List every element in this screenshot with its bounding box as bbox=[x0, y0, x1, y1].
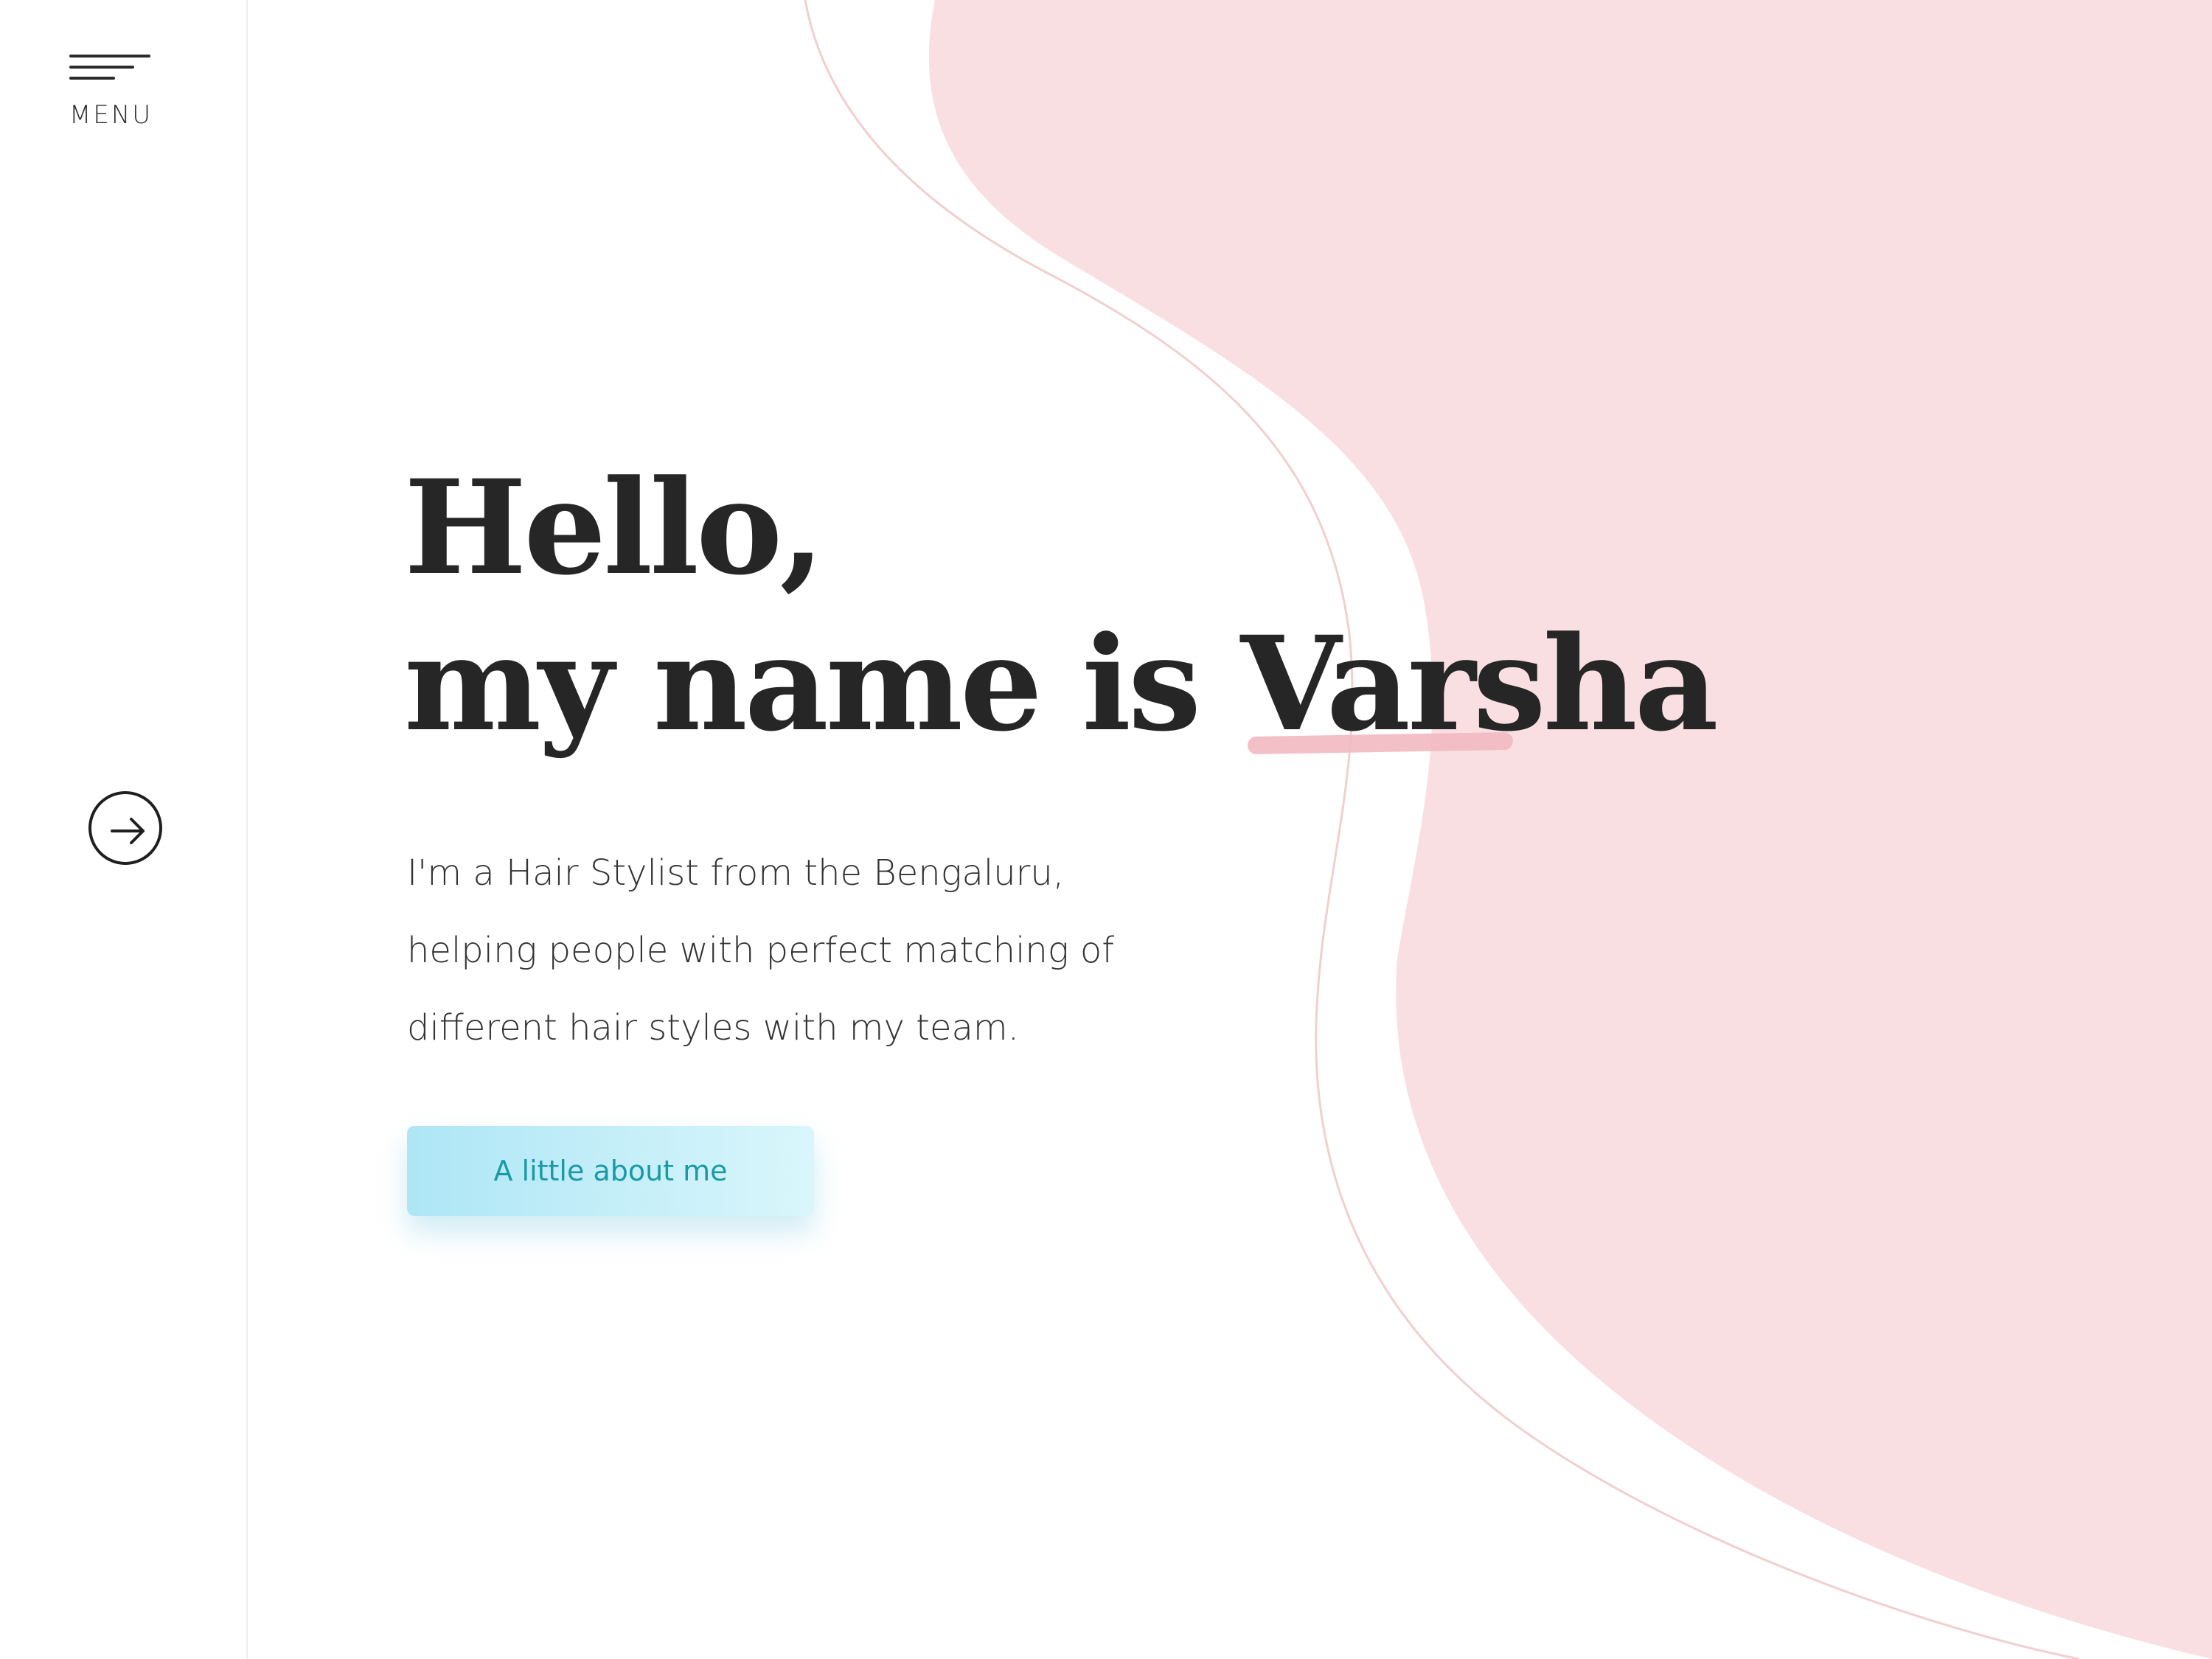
description-line-2: helping people with perfect matching of bbox=[407, 930, 1115, 971]
name-line: my name is Varsha bbox=[404, 606, 1719, 762]
next-button[interactable] bbox=[88, 791, 162, 865]
background-blob bbox=[804, 0, 2212, 1659]
sidebar: MENU bbox=[0, 0, 248, 1659]
outline-wave-line bbox=[804, 0, 2080, 1659]
greeting-line: Hello, bbox=[404, 451, 825, 604]
name-prefix: my name is bbox=[404, 608, 1241, 760]
pink-wave-shape bbox=[928, 0, 2212, 1659]
arrow-right-icon bbox=[111, 818, 145, 844]
hero-name: Varsha bbox=[1240, 608, 1718, 760]
description-line-3: different hair styles with my team. bbox=[407, 1007, 1019, 1048]
hero-title: Hello, my name is Varsha bbox=[404, 450, 1719, 762]
name-highlight: Varsha bbox=[1240, 606, 1718, 762]
menu-button[interactable]: MENU bbox=[68, 52, 164, 140]
page: MENU Hello, my name is Varsha I'm a Hair… bbox=[0, 0, 2212, 1659]
about-me-button[interactable]: A little about me bbox=[407, 1126, 814, 1216]
hero-description: I'm a Hair Stylist from the Bengaluru, h… bbox=[407, 835, 1181, 1067]
description-line-1: I'm a Hair Stylist from the Bengaluru, bbox=[407, 852, 1065, 894]
menu-label: MENU bbox=[69, 100, 153, 130]
